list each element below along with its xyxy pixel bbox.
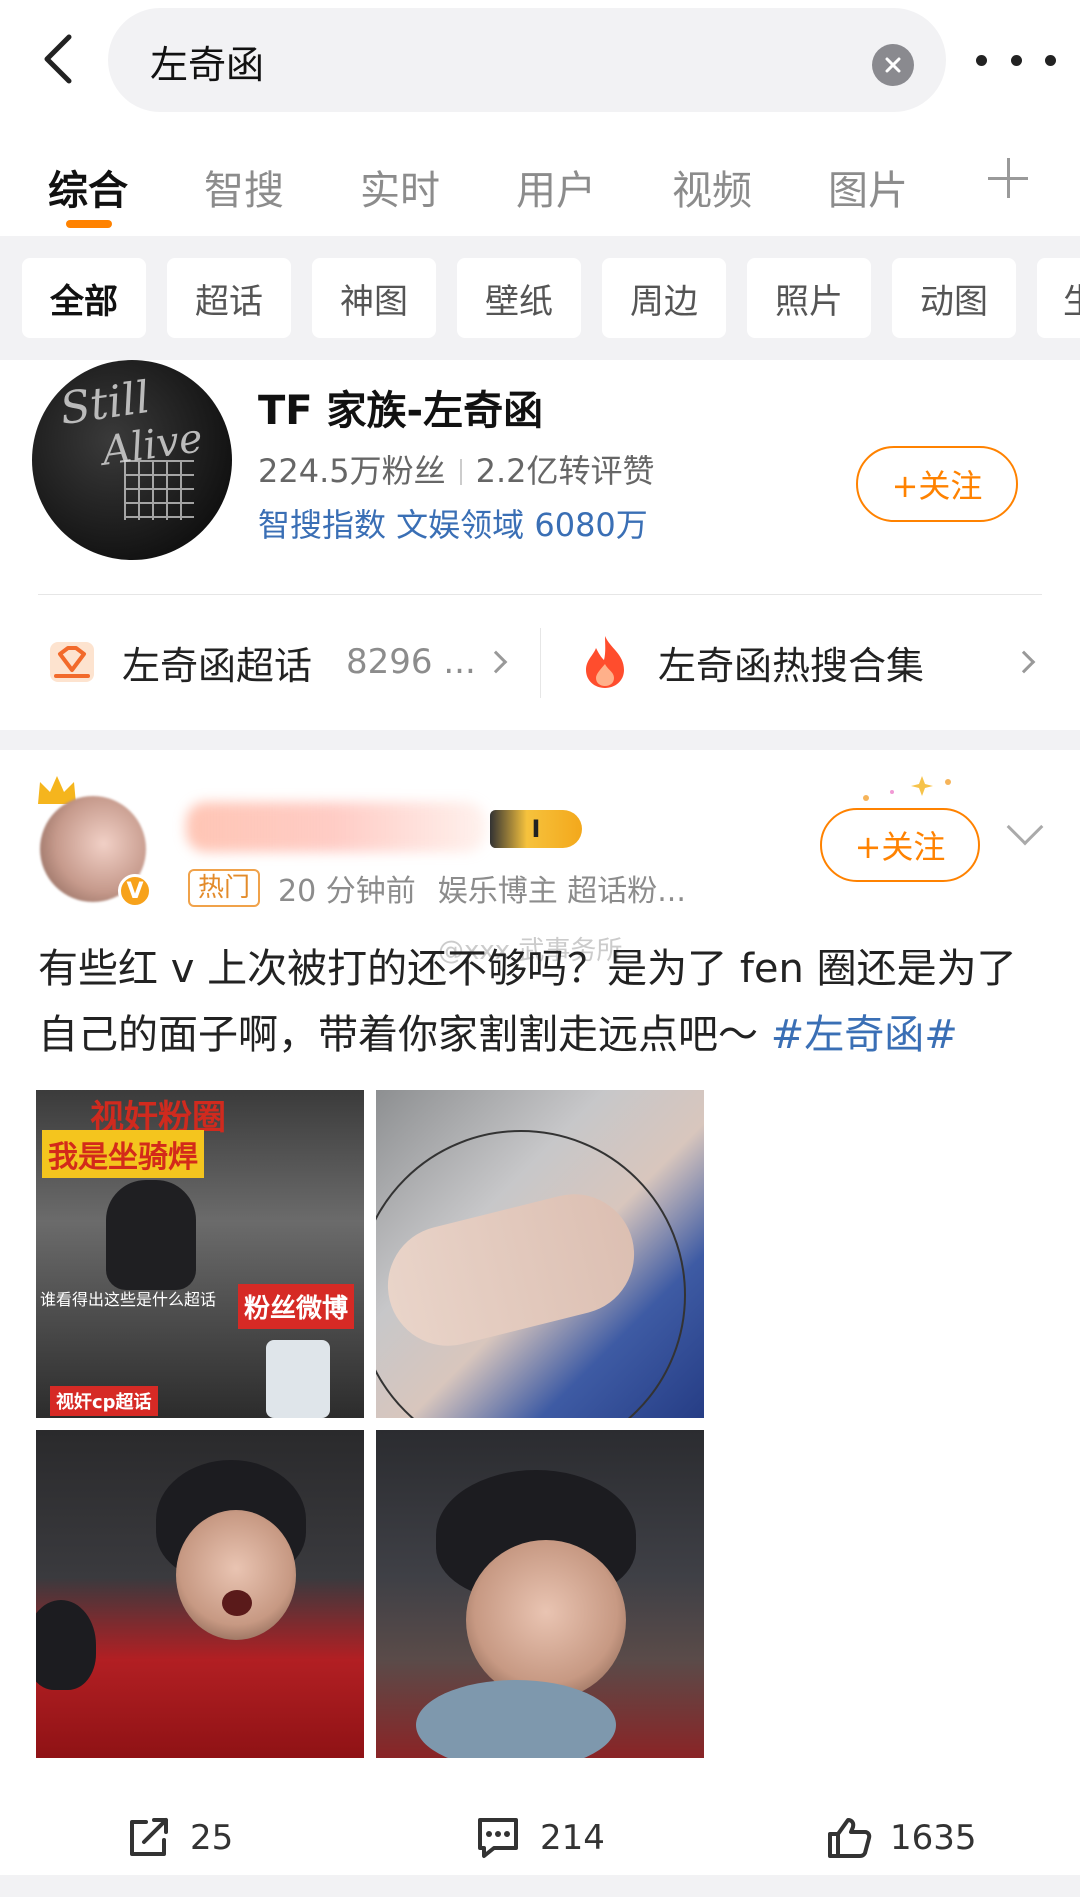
- chevron-right-icon: [1012, 650, 1036, 674]
- vertical-separator: [540, 628, 541, 698]
- post-text-line: 有些红 v 上次被打的还不够吗？是为了 fen 圈还是为了: [38, 946, 1017, 992]
- close-icon: [885, 57, 901, 73]
- image-phone: [266, 1340, 330, 1418]
- chip-merch[interactable]: 周边: [602, 258, 726, 338]
- image-caption: 谁看得出这些是什么超话: [40, 1290, 217, 1309]
- post-meta: 热门 20 分钟前 娱乐博主 超话粉...: [188, 866, 686, 910]
- chevron-down-icon[interactable]: [1006, 808, 1044, 846]
- profile-stats: 224.5万粉丝 2.2亿转评赞: [258, 446, 655, 492]
- follow-button[interactable]: +关注: [856, 446, 1018, 522]
- level-badge: I: [490, 810, 582, 848]
- thumbs-up-icon: [828, 1818, 872, 1858]
- tab-smart-search[interactable]: 智搜: [204, 158, 284, 216]
- hashtag-link[interactable]: #左奇函#: [771, 1012, 958, 1058]
- top-bar: 左奇函: [0, 0, 1080, 120]
- search-tabs: 综合 智搜 实时 用户 视频 图片: [0, 120, 1080, 236]
- comment-count: 214: [540, 1818, 605, 1858]
- post-time: 20 分钟前: [278, 874, 416, 909]
- supertopic-link[interactable]: 左奇函超话 8296 ...: [46, 632, 508, 692]
- like-button[interactable]: 1635: [826, 1808, 977, 1868]
- image-face: [466, 1540, 626, 1700]
- add-tab-icon[interactable]: [988, 158, 1028, 198]
- sparkle-decoration-icon: [863, 776, 951, 801]
- tab-comprehensive[interactable]: 综合: [48, 158, 128, 216]
- stats-separator: [459, 459, 462, 485]
- chip-best-images[interactable]: 神图: [312, 258, 436, 338]
- post-image-3[interactable]: [36, 1430, 364, 1758]
- post-image-2[interactable]: [376, 1090, 704, 1418]
- chip-all[interactable]: 全部: [22, 258, 146, 338]
- image-caption: 粉丝微博: [238, 1284, 355, 1329]
- active-tab-indicator: [66, 220, 112, 228]
- tab-videos[interactable]: 视频: [672, 158, 752, 216]
- search-query: 左奇函: [150, 43, 265, 87]
- repost-count: 25: [190, 1818, 234, 1858]
- supertopic-diamond-icon: [50, 642, 94, 682]
- more-options-button[interactable]: [976, 36, 1056, 84]
- share-icon: [130, 1818, 168, 1856]
- tab-users[interactable]: 用户: [516, 158, 596, 216]
- divider: [38, 594, 1042, 595]
- profile-card: Still Alive TF 家族-左奇函 224.5万粉丝 2.2亿转评赞 智搜…: [0, 360, 1080, 730]
- hotsearch-label: 左奇函热搜合集: [658, 643, 925, 688]
- interaction-count: 2.2亿转评赞: [475, 452, 655, 490]
- fire-icon: [586, 636, 624, 688]
- more-dot-icon: [1010, 54, 1022, 66]
- chip-photos[interactable]: 照片: [747, 258, 871, 338]
- supertopic-label: 左奇函超话: [122, 643, 313, 688]
- repost-button[interactable]: 25: [126, 1808, 233, 1868]
- post-image-1[interactable]: 视奸粉圈 我是坐骑焊 谁看得出这些是什么超话 粉丝微博 视奸cp超话: [36, 1090, 364, 1418]
- image-mouth: [222, 1590, 252, 1616]
- image-figure: [106, 1180, 196, 1290]
- post-text-line: 自己的面子啊，带着你家割割走远点吧～: [38, 1012, 771, 1058]
- image-blue-hair: [416, 1680, 616, 1758]
- more-dot-icon: [1045, 54, 1056, 66]
- fans-count: 224.5万粉丝: [258, 452, 446, 490]
- search-input[interactable]: 左奇函: [108, 8, 946, 112]
- more-dot-icon: [976, 54, 987, 66]
- image-caption: 视奸cp超话: [50, 1386, 158, 1416]
- avatar-crossword-graphic: [124, 460, 194, 520]
- post-author-name-blurred[interactable]: [186, 802, 486, 852]
- post-card: V I 热门 20 分钟前 娱乐博主 超话粉... +关注 @xxx 武事务所 …: [0, 750, 1080, 1875]
- back-arrow-icon: [44, 34, 72, 84]
- chip-supertopic[interactable]: 超话: [167, 258, 291, 338]
- chevron-right-icon: [484, 650, 508, 674]
- chip-gifs[interactable]: 动图: [892, 258, 1016, 338]
- hot-badge: 热门: [188, 869, 261, 907]
- post-text: 有些红 v 上次被打的还不够吗？是为了 fen 圈还是为了 自己的面子啊，带着你…: [38, 936, 1048, 1068]
- filter-chips: 全部 超话 神图 壁纸 周边 照片 动图 生: [0, 236, 1080, 360]
- verified-badge-icon: V: [118, 874, 152, 908]
- image-caption: 我是坐骑焊: [42, 1130, 204, 1178]
- image-face: [176, 1510, 296, 1640]
- tab-realtime[interactable]: 实时: [360, 158, 440, 216]
- supertopic-count: 8296 ...: [346, 642, 476, 682]
- profile-name[interactable]: TF 家族-左奇函: [258, 378, 543, 436]
- post-actions: 25 214 1635: [0, 1808, 1080, 1868]
- clear-search-button[interactable]: [872, 44, 914, 86]
- chip-wallpaper[interactable]: 壁纸: [457, 258, 581, 338]
- comment-button[interactable]: 214: [474, 1808, 605, 1868]
- like-count: 1635: [890, 1818, 977, 1858]
- comment-icon: [478, 1818, 518, 1858]
- image-hair: [36, 1600, 96, 1690]
- chip-more[interactable]: 生: [1037, 258, 1080, 338]
- smart-search-index[interactable]: 智搜指数 文娱领域 6080万: [258, 500, 648, 546]
- post-follow-button[interactable]: +关注: [820, 808, 980, 882]
- post-source: 娱乐博主 超话粉...: [437, 874, 686, 909]
- profile-links: 左奇函超话 8296 ... 左奇函热搜合集: [0, 600, 1080, 724]
- profile-avatar[interactable]: Still Alive: [32, 360, 232, 560]
- tab-images[interactable]: 图片: [828, 158, 908, 216]
- hotsearch-link[interactable]: 左奇函热搜合集: [580, 632, 1036, 692]
- post-image-4[interactable]: [376, 1430, 704, 1758]
- back-button[interactable]: [24, 24, 94, 94]
